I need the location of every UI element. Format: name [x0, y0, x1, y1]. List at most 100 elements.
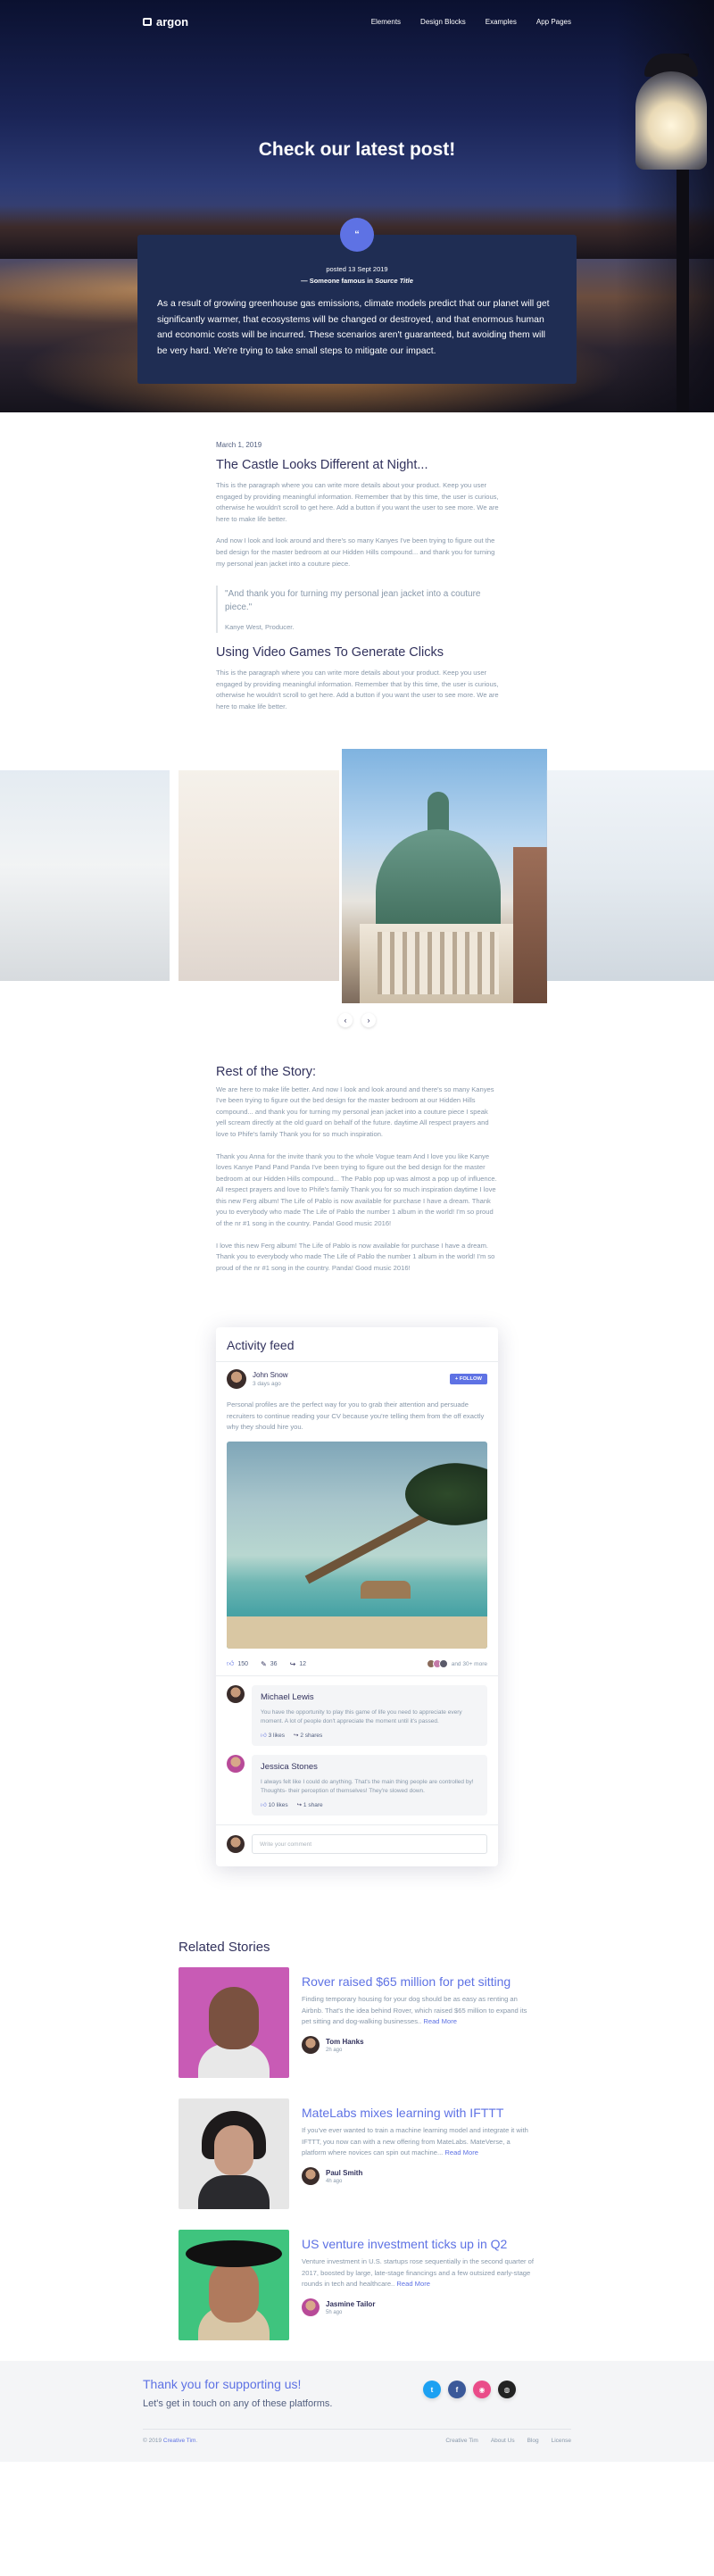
copyright-prefix: © 2019 [143, 2438, 162, 2445]
related-story-text: Venture investment in U.S. startups rose… [302, 2256, 536, 2289]
feed-post-text: Personal profiles are the perfect way fo… [227, 1400, 485, 1431]
feed-author-meta: John Snow 3 days ago [253, 1371, 288, 1387]
related-story: Rover raised $65 million for pet sitting… [178, 1967, 536, 2079]
facebook-icon[interactable]: f [448, 2381, 466, 2399]
divider [216, 1675, 498, 1677]
church-lantern [428, 791, 449, 833]
like-action[interactable]: 👍︎ 150 [227, 1659, 248, 1668]
article-paragraph: This is the paragraph where you can writ… [216, 481, 499, 523]
avatar[interactable] [302, 2036, 320, 2055]
feed-post-time: 3 days ago [253, 1381, 281, 1388]
related-story-image[interactable] [178, 1967, 289, 2079]
comment-box: Michael Lewis You have the opportunity t… [252, 1685, 487, 1747]
related-story-title[interactable]: MateLabs mixes learning with IFTTT [302, 2106, 536, 2120]
avatar[interactable] [302, 2298, 320, 2317]
article-blockquote: "And thank you for turning my personal j… [216, 586, 500, 634]
twitter-icon[interactable]: t [423, 2381, 441, 2399]
comment-item: Michael Lewis You have the opportunity t… [227, 1685, 487, 1747]
author-name[interactable]: Jasmine Tailor [326, 2300, 375, 2308]
footer-link-blog[interactable]: Blog [527, 2438, 539, 2444]
article-section: March 1, 2019 The Castle Looks Different… [0, 441, 714, 713]
related-stories-section: Related Stories Rover raised $65 million… [0, 1940, 714, 2341]
follow-button[interactable]: + FOLLOW [449, 1374, 487, 1385]
carousel-slide-active-church [342, 748, 547, 1003]
read-more-link[interactable]: Read More [423, 2017, 457, 2025]
dribbble-icon[interactable]: ◉ [473, 2381, 491, 2399]
related-story-body: US venture investment ticks up in Q2 Ven… [302, 2230, 536, 2340]
portrait-face [209, 1987, 259, 2050]
avatar[interactable] [227, 1369, 246, 1390]
quote-source-title: Source Title [375, 277, 413, 285]
share-action[interactable]: ↪ 12 [290, 1660, 307, 1668]
author-meta: Paul Smith 4h ago [326, 2169, 362, 2184]
carousel-slide-bridge [0, 769, 170, 981]
related-story-text: If you've ever wanted to train a machine… [302, 2125, 536, 2158]
comment-icon: ✎ [261, 1659, 267, 1668]
related-story-body: Rover raised $65 million for pet sitting… [302, 1967, 536, 2078]
argon-logo-icon [143, 17, 152, 26]
portrait-hat [186, 2240, 282, 2268]
comment-like-action[interactable]: 👍︎ 10 likes [261, 1801, 288, 1808]
liked-by-text: and 30+ more [451, 1660, 487, 1667]
quote-card: posted 13 Sept 2019 — Someone famous in … [137, 235, 577, 384]
nav-link-design-blocks[interactable]: Design Blocks [420, 18, 466, 26]
carousel-slide-coast [546, 769, 714, 981]
nav-link-examples[interactable]: Examples [486, 18, 517, 26]
comment-author[interactable]: Jessica Stones [261, 1762, 478, 1772]
copyright-link[interactable]: Creative Tim [163, 2438, 195, 2444]
quote-icon: “ [340, 218, 374, 252]
feed-title: Activity feed [227, 1338, 295, 1353]
story-title: Rest of the Story: [216, 1064, 317, 1079]
article-title: The Castle Looks Different at Night... [216, 458, 428, 472]
story-paragraph: Thank you Anna for the invite thank you … [216, 1151, 497, 1228]
comment-share-action[interactable]: ↪ 1 share [297, 1801, 323, 1808]
brand-logo[interactable]: argon [143, 15, 188, 29]
related-story-excerpt: Finding temporary housing for your dog s… [302, 1995, 527, 2025]
author-name[interactable]: Tom Hanks [326, 2038, 364, 2046]
avatar[interactable] [227, 1685, 245, 1704]
footer-link-license[interactable]: License [552, 2438, 571, 2444]
comment-author[interactable]: Michael Lewis [261, 1692, 478, 1702]
share-count: 12 [299, 1660, 307, 1667]
story-section: Rest of the Story: We are here to make l… [0, 1065, 714, 1275]
comment-likes: 3 likes [268, 1733, 286, 1740]
read-more-link[interactable]: Read More [444, 2148, 478, 2156]
quote-source: — Someone famous in Source Title [157, 277, 557, 285]
comment-share-action[interactable]: ↪ 2 shares [294, 1732, 322, 1739]
nav-link-elements[interactable]: Elements [371, 18, 401, 26]
comment-action[interactable]: ✎ 36 [261, 1660, 278, 1668]
footer-subtitle: Let's get in touch on any of these platf… [143, 2398, 333, 2410]
divider [216, 1361, 498, 1363]
github-icon[interactable]: ◍ [498, 2381, 516, 2399]
related-story-body: MateLabs mixes learning with IFTTT If yo… [302, 2098, 536, 2209]
beach-hut [361, 1581, 411, 1600]
comment-like-action[interactable]: 👍︎ 3 likes [261, 1732, 285, 1739]
chevron-right-icon[interactable]: › [361, 1012, 376, 1027]
thumbs-up-icon: 👍︎ [261, 1802, 267, 1809]
comment-input[interactable]: Write your comment [252, 1834, 487, 1855]
feed-actions: 👍︎ 150 ✎ 36 ↪ 12 and 30+ more [227, 1659, 487, 1669]
nav-link-app-pages[interactable]: App Pages [536, 18, 571, 26]
activity-feed-card: Activity feed John Snow 3 days ago + FOL… [216, 1327, 498, 1867]
author-name[interactable]: Paul Smith [326, 2169, 362, 2177]
related-story-image[interactable] [178, 2098, 289, 2210]
liked-by[interactable]: and 30+ more [426, 1659, 487, 1669]
author-time: 5h ago [326, 2309, 343, 2315]
feed-author-name[interactable]: John Snow [253, 1371, 288, 1379]
article-paragraph: This is the paragraph where you can writ… [216, 669, 499, 710]
related-story-title[interactable]: US venture investment ticks up in Q2 [302, 2237, 536, 2251]
footer-link-creative-tim[interactable]: Creative Tim [445, 2438, 477, 2444]
article-subtitle: Using Video Games To Generate Clicks [216, 645, 444, 661]
comment-actions: 👍︎ 10 likes ↪ 1 share [261, 1801, 478, 1808]
avatar[interactable] [302, 2167, 320, 2186]
chevron-left-icon[interactable]: ‹ [338, 1012, 353, 1027]
related-story-title[interactable]: Rover raised $65 million for pet sitting [302, 1974, 536, 1989]
related-story-image[interactable] [178, 2230, 289, 2341]
hero-title: Check our latest post! [258, 139, 456, 160]
footer: Thank you for supporting us! Let's get i… [0, 2361, 714, 2463]
footer-link-about-us[interactable]: About Us [491, 2438, 515, 2444]
thumbs-up-icon: 👍︎ [261, 1733, 267, 1740]
write-comment-row: Write your comment [227, 1834, 487, 1855]
read-more-link[interactable]: Read More [396, 2280, 430, 2288]
avatar[interactable] [227, 1755, 245, 1774]
